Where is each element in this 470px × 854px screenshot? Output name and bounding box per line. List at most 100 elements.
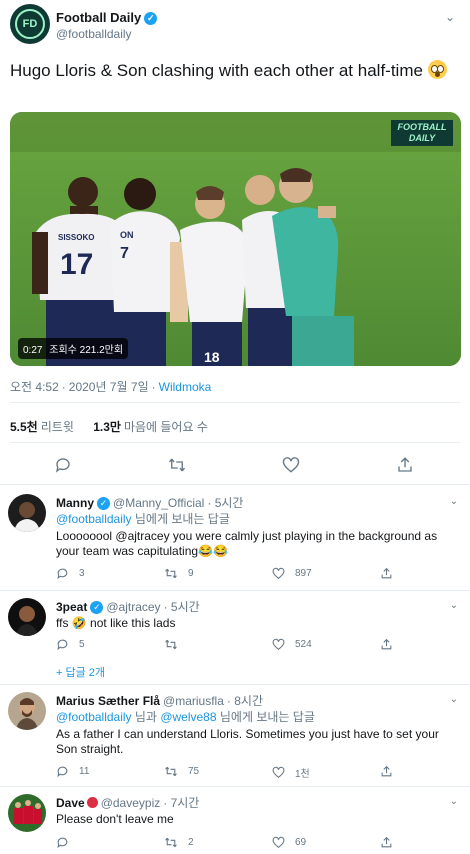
reply-to: @footballdaily 님과 @welve88 님에게 보내는 답글 [56, 710, 456, 725]
retweet-count: 9 [188, 568, 194, 579]
retweet-button[interactable]: 2 [164, 836, 194, 849]
share-button[interactable] [380, 567, 403, 580]
retweet-button[interactable]: 9 [164, 567, 194, 580]
retweet-button[interactable]: 75 [164, 765, 199, 778]
verified-badge-icon: ✓ [90, 601, 104, 615]
like-count: 524 [295, 639, 312, 650]
reply-author-name[interactable]: Manny [56, 496, 94, 510]
reply-author-name[interactable]: 3peat [56, 600, 87, 614]
red-circle-icon [86, 797, 98, 808]
jersey-name-2: ON [120, 230, 134, 240]
share-button[interactable] [380, 638, 403, 651]
tweet-time[interactable]: 오전 4:52 [10, 380, 59, 394]
retweet-icon [165, 766, 177, 777]
reply-author-handle[interactable]: @daveypiz [101, 796, 161, 810]
retweet-button[interactable] [164, 638, 188, 651]
heart-icon [272, 638, 285, 651]
tweet-date[interactable]: 2020년 7월 7일 [69, 380, 149, 394]
reply-icon [55, 458, 70, 473]
reply-author-handle[interactable]: @ajtracey [106, 600, 160, 614]
reply-button[interactable] [56, 836, 79, 849]
like-button[interactable]: 69 [272, 836, 306, 849]
heart-icon [282, 457, 300, 473]
reply-time[interactable]: · 5시간 [207, 496, 243, 510]
share-button[interactable] [392, 452, 418, 478]
reply-time[interactable]: · 7시간 [163, 796, 199, 810]
share-button[interactable] [380, 836, 403, 849]
chevron-down-icon[interactable]: ⌄ [450, 796, 458, 807]
reply-button[interactable]: 3 [56, 567, 85, 580]
avatar[interactable] [8, 598, 46, 636]
reply-to-mid: 님과 [131, 710, 161, 724]
retweet-button[interactable] [164, 452, 190, 478]
reply-actions: 3 9 897 [56, 567, 436, 583]
share-icon [381, 567, 392, 579]
chevron-down-icon[interactable]: ⌄ [450, 694, 458, 705]
verified-badge-icon: ✓ [97, 497, 111, 511]
tweet-meta: 오전 4:52 · 2020년 7월 7일 · Wildmoka [10, 378, 211, 395]
account-avatar[interactable]: FD [10, 4, 50, 44]
retweet-stat[interactable]: 5.5천 리트윗 [10, 420, 90, 434]
tweet-text-content: Hugo Lloris & Son clashing with each oth… [10, 61, 423, 80]
retweets-label: 리트윗 [40, 420, 74, 434]
chevron-down-icon[interactable]: ⌄ [450, 496, 458, 507]
jersey-number-3: 18 [204, 349, 220, 365]
reply-author-handle[interactable]: @mariusfla [163, 694, 224, 708]
show-more-replies[interactable]: + 답글 2개 [56, 664, 105, 680]
chevron-down-icon[interactable]: ⌄ [450, 600, 458, 611]
reply-to-handle[interactable]: @footballdaily [56, 512, 132, 526]
reply-author-handle[interactable]: @Manny_Official [113, 496, 204, 510]
like-button[interactable]: 1천 [272, 765, 310, 780]
reply-author-name[interactable]: Marius Sæther Flå [56, 694, 160, 708]
reply-time[interactable]: · 5시간 [164, 600, 200, 614]
divider [0, 590, 470, 591]
divider [0, 484, 470, 485]
like-button[interactable] [278, 452, 304, 478]
like-button[interactable]: 897 [272, 567, 312, 580]
tweet-stats: 5.5천 리트윗 1.3만 마음에 들어요 수 [10, 418, 224, 435]
reply-to-handle[interactable]: @footballdaily [56, 710, 132, 724]
reply-actions: 2 69 [56, 836, 436, 852]
retweet-icon [165, 639, 177, 650]
divider [0, 684, 470, 685]
reply-button[interactable]: 5 [56, 638, 85, 651]
tweet-header: FD Football Daily ✓ @footballdaily ⌄ [10, 4, 460, 44]
reply-count: 3 [79, 568, 85, 579]
reply-to-handle-2[interactable]: @welve88 [160, 710, 216, 724]
tweet-actions [0, 452, 470, 478]
share-icon [381, 836, 392, 848]
jersey-number-1: 17 [60, 248, 93, 281]
like-count: 69 [295, 837, 307, 848]
reply-item[interactable]: Marius Sæther Flå @mariusfla · 8시간 ⌄ @foot… [0, 690, 470, 782]
avatar[interactable] [8, 794, 46, 832]
reply-count: 5 [79, 639, 85, 650]
reply-button[interactable] [50, 452, 76, 478]
meta-separator: · [151, 380, 156, 394]
retweets-count: 5.5천 [10, 420, 38, 434]
account-handle[interactable]: @footballdaily [56, 27, 132, 41]
heart-icon [272, 567, 285, 580]
reply-item[interactable]: Dave @daveypiz · 7시간 ⌄ Please don't leave … [0, 792, 470, 852]
tweet-text: Hugo Lloris & Son clashing with each oth… [10, 58, 460, 83]
avatar[interactable] [8, 692, 46, 730]
like-count: 1천 [295, 769, 310, 780]
reply-button[interactable]: 11 [56, 765, 89, 778]
reply-actions: 11 75 1천 [56, 765, 436, 781]
account-name-text[interactable]: Football Daily [56, 10, 141, 25]
reply-author-name[interactable]: Dave [56, 796, 85, 810]
jersey-name-1: SISSOKO [58, 233, 94, 242]
reply-item[interactable]: Manny ✓ @Manny_Official · 5시간 ⌄ @footballda… [0, 492, 470, 586]
avatar[interactable] [8, 494, 46, 532]
reply-item[interactable]: 3peat ✓ @ajtracey · 5시간 ⌄ ffs 🤣 not like th… [0, 596, 470, 656]
tweet-source[interactable]: Wildmoka [159, 380, 212, 394]
reply-time[interactable]: · 8시간 [227, 694, 263, 708]
account-name[interactable]: Football Daily ✓ [56, 10, 158, 26]
like-button[interactable]: 524 [272, 638, 312, 651]
share-button[interactable] [380, 765, 403, 778]
chevron-down-icon[interactable]: ⌄ [442, 10, 458, 26]
flushed-face-emoji-icon [427, 60, 447, 79]
video-player[interactable]: SISSOKO 17 ON 7 18 FOOTBALL DAILY 0:27 조… [10, 112, 461, 366]
like-stat[interactable]: 1.3만 마음에 들어요 수 [93, 420, 224, 434]
reply-header: Manny ✓ @Manny_Official · 5시간 [56, 494, 243, 511]
logo-line-2: DAILY [408, 133, 436, 143]
